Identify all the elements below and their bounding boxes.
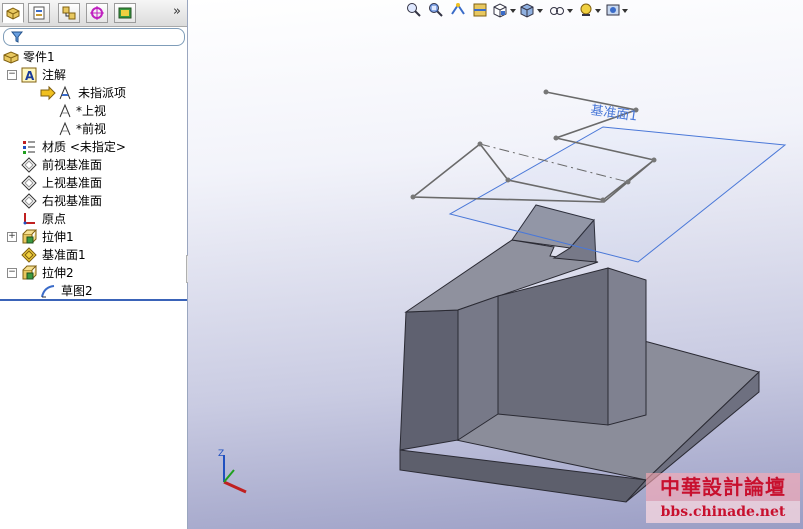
plane-icon (21, 157, 37, 173)
model-scene: 基准面1 Z (218, 89, 787, 503)
model-wall-front-face[interactable] (399, 309, 459, 451)
property-icon (33, 6, 45, 20)
manager-tab-bar: » (0, 0, 187, 27)
feature-manager-tab[interactable] (2, 3, 24, 23)
dimxpert-icon (90, 6, 104, 20)
tree-item-label: 右视基准面 (42, 194, 103, 208)
arrow-right-icon (40, 85, 56, 101)
model-inner-wall-face[interactable] (457, 295, 499, 441)
sketch-icon (41, 285, 55, 298)
tree-item-label: 拉伸2 (42, 266, 74, 280)
tree-item-right-plane[interactable]: 右视基准面 (0, 192, 187, 210)
feature-filter-input[interactable] (3, 28, 185, 46)
model-block-side-face[interactable] (607, 267, 647, 426)
tree-item-unassigned[interactable]: 未指派项 (0, 84, 187, 102)
part-icon (3, 51, 19, 64)
watermark-url: bbs.chinade.net (646, 501, 800, 523)
tree-item-plane1[interactable]: 基准面1 (0, 246, 187, 264)
svg-text:A: A (25, 69, 35, 83)
plane-icon (21, 247, 37, 263)
origin-icon (23, 213, 35, 225)
annotations-icon: A (21, 67, 37, 83)
display-icon (118, 7, 132, 19)
part-icon (6, 7, 20, 20)
tree-item-label: 零件1 (23, 50, 55, 64)
tree-item-front-plane[interactable]: 前视基准面 (0, 156, 187, 174)
extrude-icon (22, 265, 37, 280)
expand-toggle[interactable]: + (7, 232, 17, 242)
plane-name-label: 基准面1 (589, 103, 638, 124)
tree-item-top-annotation-view[interactable]: *上视 (0, 102, 187, 120)
watermark-title: 中華設計論壇 (646, 473, 800, 501)
forum-watermark: 中華設計論壇 bbs.chinade.net (646, 473, 800, 525)
graphics-area[interactable]: 基准面1 Z (188, 0, 803, 529)
property-manager-tab[interactable] (28, 3, 50, 23)
display-manager-tab[interactable] (114, 3, 136, 23)
tree-item-part[interactable]: 零件1 (0, 48, 187, 66)
dimxpert-manager-tab[interactable] (86, 3, 108, 23)
model-block-front-face[interactable] (497, 267, 609, 426)
tree-item-sketch2[interactable]: 草图2 (0, 282, 187, 300)
unassigned-items-icon (59, 85, 71, 100)
collapse-toggle[interactable]: − (7, 70, 17, 80)
tree-item-label: *前视 (76, 122, 107, 136)
tree-item-label: *上视 (76, 104, 107, 118)
tree-item-extrude2[interactable]: − 拉伸2 (0, 264, 187, 282)
triad-z-label: Z (218, 449, 224, 459)
tree-item-label: 拉伸1 (42, 230, 74, 244)
tree-item-label: 原点 (42, 212, 67, 226)
reference-plane-1[interactable] (448, 126, 787, 263)
tree-item-origin[interactable]: 原点 (0, 210, 187, 228)
tree-item-label: 草图2 (61, 284, 93, 298)
plane-icon (21, 175, 37, 191)
tree-item-annotations[interactable]: − A 注解 (0, 66, 187, 84)
tree-item-front-annotation-view[interactable]: *前视 (0, 120, 187, 138)
more-tabs-button[interactable]: » (173, 4, 181, 19)
extrude-icon (22, 229, 37, 244)
plane-icon (21, 193, 37, 209)
reference-triad: Z (218, 449, 247, 494)
tree-item-label: 未指派项 (78, 86, 127, 100)
configuration-icon (62, 6, 76, 20)
annotation-view-icon (59, 121, 71, 136)
tree-item-top-plane[interactable]: 上视基准面 (0, 174, 187, 192)
tree-item-label: 基准面1 (42, 248, 86, 262)
material-icon (23, 141, 35, 154)
configuration-manager-tab[interactable] (58, 3, 80, 23)
feature-manager-panel: » 零件1 − A 注解 未指派项 *上视 *前视 材质 <未指定> 前视基准面… (0, 0, 188, 529)
tree-item-label: 材质 <未指定> (42, 140, 126, 154)
collapse-toggle[interactable]: − (7, 268, 17, 278)
annotation-view-icon (59, 103, 71, 118)
tree-item-material[interactable]: 材质 <未指定> (0, 138, 187, 156)
filter-icon (11, 31, 23, 43)
tree-item-label: 上视基准面 (42, 176, 103, 190)
tree-item-label: 前视基准面 (42, 158, 103, 172)
tree-item-label: 注解 (42, 68, 67, 82)
rollback-bar[interactable] (0, 299, 187, 301)
tree-item-extrude1[interactable]: + 拉伸1 (0, 228, 187, 246)
